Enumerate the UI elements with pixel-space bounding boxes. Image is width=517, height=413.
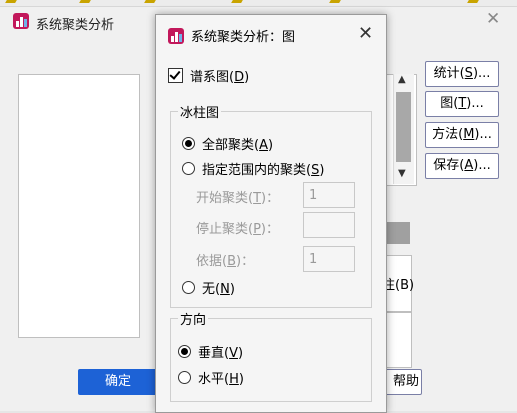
horizontal-radio[interactable] [178, 371, 191, 384]
horizontal-label[interactable]: 水平(H) [198, 368, 244, 387]
app-logo-icon [13, 13, 29, 29]
scroll-down-icon[interactable]: ▼ [398, 168, 406, 179]
plots-dialog: 系统聚类分析：图 ✕ 谱系图(D) 冰柱图 全部聚类(A) 指定范围内的聚类(S… [155, 14, 387, 413]
stop-cluster-label: 停止聚类(P)： [196, 222, 279, 237]
method-button[interactable]: 方法(M)... [425, 122, 499, 148]
save-button[interactable]: 保存(A)... [425, 153, 499, 179]
variable-icon [330, 0, 348, 5]
icicle-group-title: 冰柱图 [178, 102, 222, 121]
plots-dialog-title: 系统聚类分析：图 [191, 30, 296, 45]
vertical-label[interactable]: 垂直(V) [198, 342, 243, 361]
dendrogram-label[interactable]: 谱系图(D) [190, 66, 249, 85]
vertical-radio[interactable] [178, 345, 191, 358]
orientation-group-title: 方向 [178, 309, 209, 328]
variable-icon [468, 0, 486, 5]
ok-button[interactable]: 确定 [78, 369, 158, 395]
range-clusters-label[interactable]: 指定范围内的聚类(S) [202, 159, 324, 178]
dendrogram-checkbox[interactable] [168, 68, 183, 83]
all-clusters-radio[interactable] [182, 137, 195, 150]
no-icicle-radio[interactable] [182, 281, 195, 294]
background-window-strip [0, 0, 517, 7]
parent-close-icon[interactable]: ✕ [486, 9, 500, 29]
close-icon[interactable]: ✕ [358, 23, 373, 44]
stop-cluster-input[interactable] [303, 212, 355, 238]
statistics-button[interactable]: 统计(S)... [425, 61, 499, 87]
variable-icon [6, 0, 24, 5]
app-logo-icon [168, 28, 184, 44]
scroll-up-icon[interactable]: ▲ [398, 74, 406, 85]
by-label: 依据(B)： [196, 254, 255, 269]
range-clusters-radio[interactable] [182, 162, 195, 175]
start-cluster-input[interactable]: 1 [303, 182, 355, 208]
by-input[interactable]: 1 [303, 246, 355, 272]
start-cluster-label: 开始聚类(T)： [196, 191, 280, 206]
source-variable-list[interactable] [18, 74, 140, 338]
no-icicle-label[interactable]: 无(N) [202, 278, 235, 297]
all-clusters-label[interactable]: 全部聚类(A) [202, 134, 273, 153]
parent-dialog-title: 系统聚类分析 [36, 18, 115, 33]
variable-icon [232, 0, 250, 5]
variable-icon [80, 0, 98, 5]
variable-icon [145, 0, 163, 5]
scrollbar-thumb[interactable] [396, 92, 411, 162]
plots-button[interactable]: 图(T)... [425, 91, 499, 117]
